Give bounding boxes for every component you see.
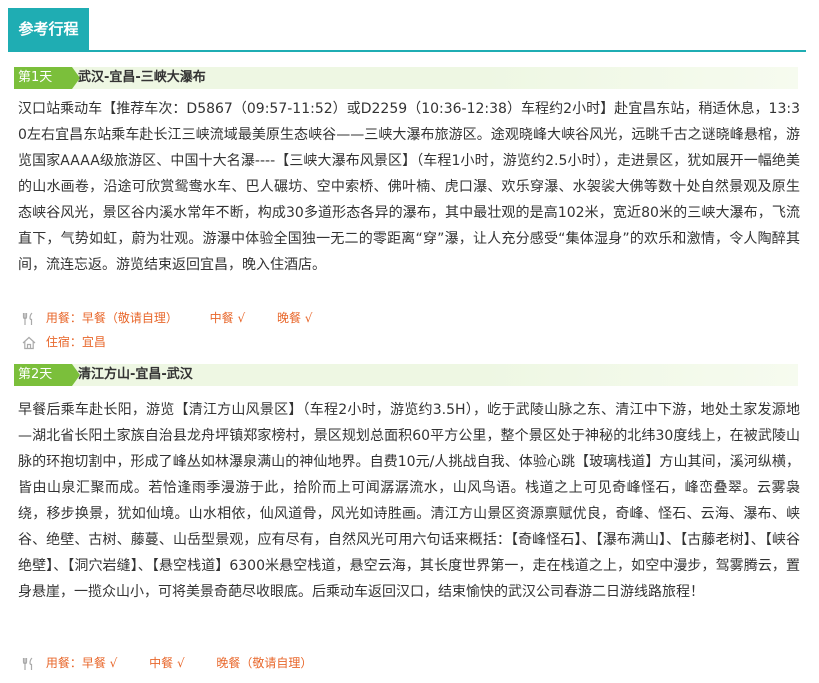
- day-1-header: 第1天 武汉-宜昌-三峡大瀑布: [14, 67, 798, 89]
- day-2-description: 早餐后乘车赴长阳，游览【清江方山风景区】（车程2小时，游览约3.5H），屹于武陵…: [18, 402, 800, 600]
- day-1-lunch: 中餐 √: [209, 311, 246, 325]
- day-2-meals: 用餐：早餐 √ 中餐 √ 晚餐（敬请自理）: [22, 655, 340, 671]
- day-2-dinner: 晚餐（敬请自理）: [216, 656, 313, 670]
- day-1-lodging: 住宿：宜昌: [22, 334, 134, 350]
- day-1-dinner: 晚餐 √: [276, 311, 313, 325]
- day-2-badge: 第2天: [14, 364, 80, 386]
- day-2-lunch: 中餐 √: [149, 656, 185, 670]
- tab-bar: 参考行程: [8, 8, 806, 52]
- day-1-meals: 用餐：早餐（敬请自理） 中餐 √ 晚餐 √: [22, 310, 340, 326]
- day-2-header: 第2天 清江方山-宜昌-武汉: [14, 364, 798, 386]
- day-2-breakfast: 用餐：早餐 √: [45, 656, 118, 670]
- fork-knife-icon: [22, 657, 33, 670]
- tab-itinerary[interactable]: 参考行程: [8, 8, 89, 50]
- day-2-route: 清江方山-宜昌-武汉: [78, 367, 193, 382]
- day-1-lodging-text: 住宿：宜昌: [45, 335, 106, 349]
- house-icon: [22, 336, 36, 349]
- day-1-description: 汉口站乘动车【推荐车次：D5867（09:57-11:52）或D2259（10:…: [18, 101, 800, 273]
- fork-knife-icon: [22, 312, 33, 325]
- day-1-route: 武汉-宜昌-三峡大瀑布: [78, 70, 206, 85]
- day-1-breakfast: 用餐：早餐（敬请自理）: [45, 311, 178, 325]
- day-1-badge: 第1天: [14, 67, 80, 89]
